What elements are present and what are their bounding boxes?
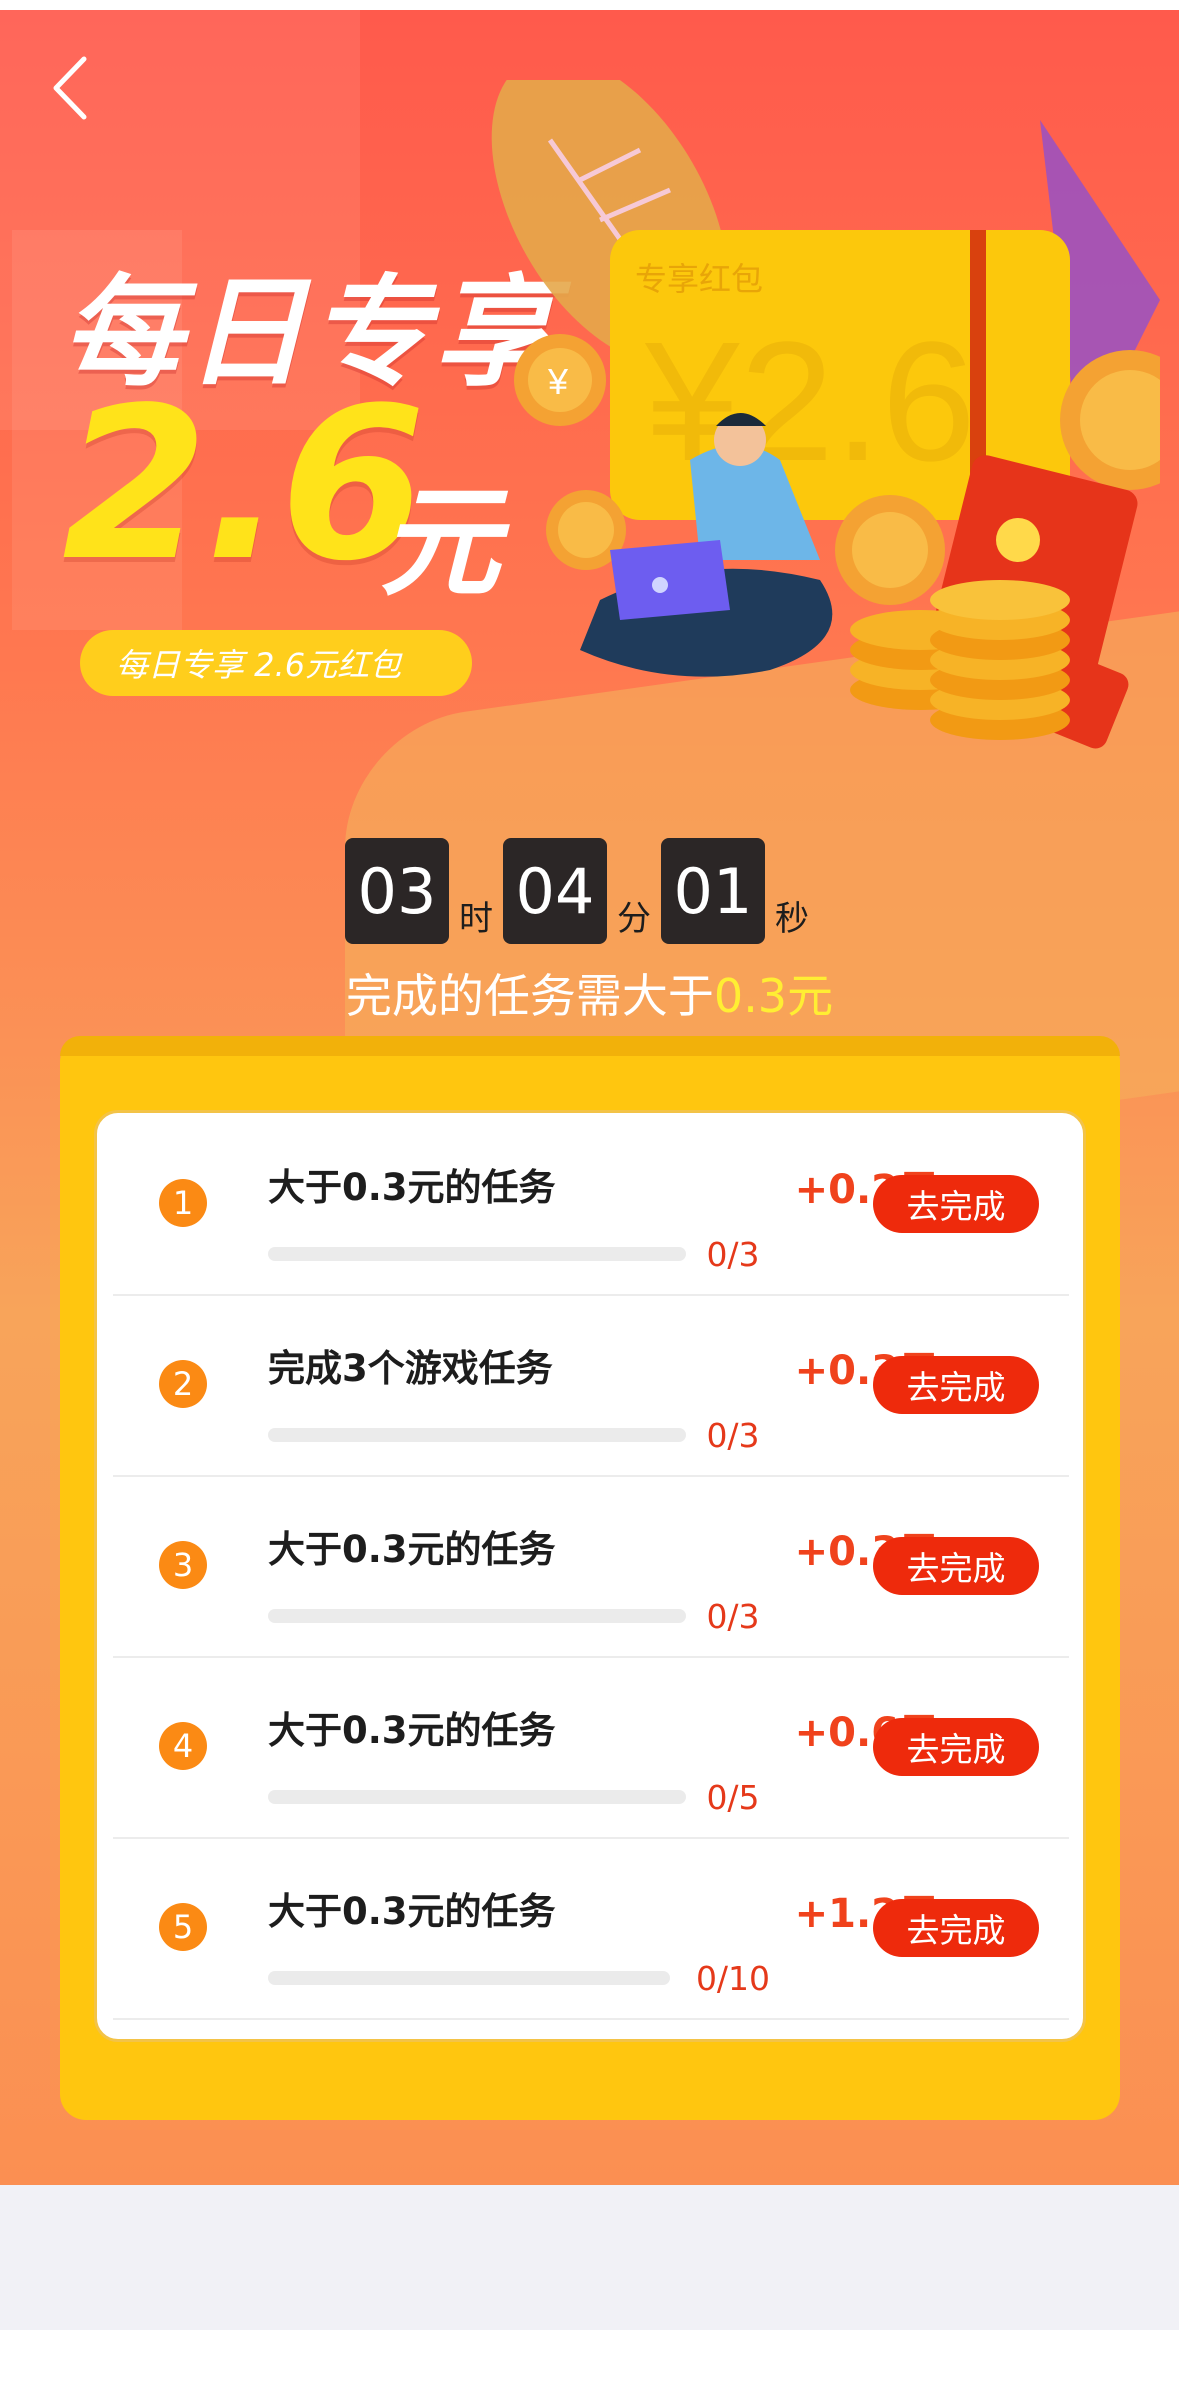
back-button[interactable] [40, 48, 100, 128]
envelope-label: 专享红包 [635, 261, 763, 297]
task-go-button[interactable]: 去完成 [873, 1537, 1039, 1595]
countdown-timer: 03 时 04 分 01 秒 [345, 838, 819, 944]
task-title: 大于0.3元的任务 [268, 1890, 556, 1933]
requirement-highlight: 0.3元 [713, 969, 834, 1023]
task-requirement-text: 完成的任务需大于0.3元 [0, 960, 1179, 1026]
task-progress-text: 0/3 [706, 1416, 760, 1455]
task-row: 4 大于0.3元的任务 +0.6元 0/5 去完成 [113, 1656, 1069, 1839]
task-number-badge: 1 [159, 1179, 207, 1227]
task-title: 完成3个游戏任务 [268, 1347, 553, 1390]
task-number-badge: 2 [159, 1360, 207, 1408]
task-progress-bar [268, 1971, 670, 1985]
countdown-hours-unit: 时 [459, 899, 493, 939]
task-progress-bar [268, 1609, 686, 1623]
countdown-minutes: 04 [503, 838, 607, 944]
countdown-minutes-unit: 分 [617, 899, 651, 939]
task-progress-text: 0/3 [706, 1597, 760, 1636]
task-progress-bar [268, 1247, 686, 1261]
task-list: 1 大于0.3元的任务 +0.2元 0/3 去完成 2 完成3个游戏任务 +0.… [94, 1110, 1086, 2042]
task-number-badge: 5 [159, 1903, 207, 1951]
countdown-seconds: 01 [661, 838, 765, 944]
task-row: 3 大于0.3元的任务 +0.3元 0/3 去完成 [113, 1475, 1069, 1658]
task-go-button[interactable]: 去完成 [873, 1175, 1039, 1233]
bonus-pill: 每日专享 2.6元红包 [80, 630, 472, 696]
task-progress-text: 0/5 [706, 1778, 760, 1817]
task-progress-text: 0/3 [706, 1235, 760, 1274]
task-go-button[interactable]: 去完成 [873, 1718, 1039, 1776]
task-row: 5 大于0.3元的任务 +1.2元 0/10 去完成 [113, 1837, 1069, 2020]
task-go-button[interactable]: 去完成 [873, 1899, 1039, 1957]
task-go-button[interactable]: 去完成 [873, 1356, 1039, 1414]
countdown-seconds-unit: 秒 [775, 899, 809, 939]
task-number-badge: 3 [159, 1541, 207, 1589]
task-number-badge: 4 [159, 1722, 207, 1770]
bonus-pill-text: 每日专享 2.6元红包 [116, 646, 402, 684]
task-title: 大于0.3元的任务 [268, 1166, 556, 1209]
task-row: 1 大于0.3元的任务 +0.2元 0/3 去完成 [113, 1113, 1069, 1296]
bottom-blank-area [0, 2185, 1179, 2330]
task-progress-text: 0/10 [695, 1959, 771, 1998]
task-progress-bar [268, 1428, 686, 1442]
coin-symbol: ¥ [547, 361, 569, 402]
task-title: 大于0.3元的任务 [268, 1709, 556, 1752]
chevron-left-icon [53, 56, 87, 120]
task-title: 大于0.3元的任务 [268, 1528, 556, 1571]
countdown-hours: 03 [345, 838, 449, 944]
task-row: 2 完成3个游戏任务 +0.3元 0/3 去完成 [113, 1294, 1069, 1477]
task-progress-bar [268, 1790, 686, 1804]
bonus-amount: 2.6 [62, 362, 426, 607]
requirement-prefix: 完成的任务需大于 [345, 969, 714, 1023]
red-envelope-illustration: 专享红包 ¥2.6 ¥ [491, 80, 1160, 749]
